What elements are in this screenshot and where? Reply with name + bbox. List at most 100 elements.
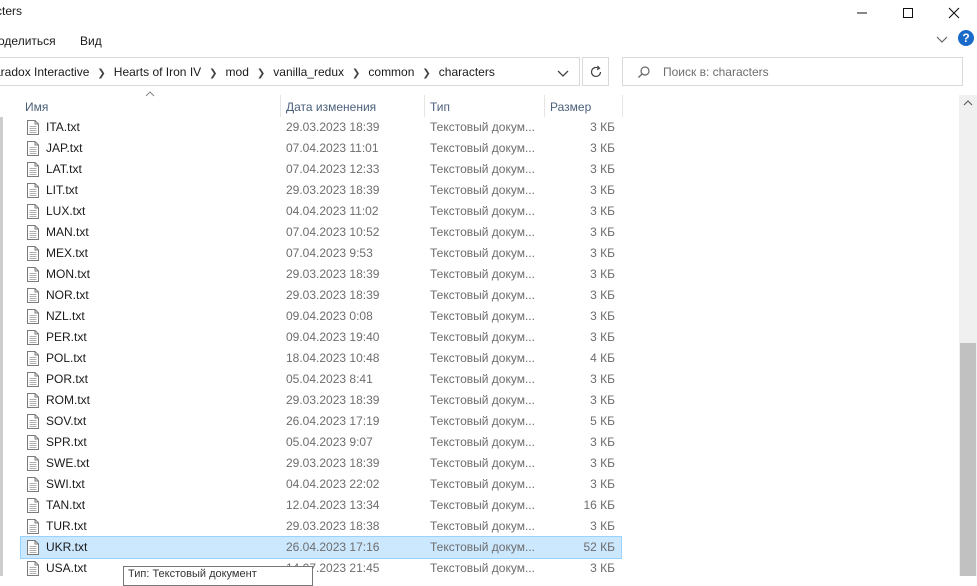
file-name: POR.txt: [46, 372, 89, 386]
file-date: 29.03.2023 18:38: [286, 519, 380, 533]
text-file-icon: [27, 120, 39, 135]
file-name: TUR.txt: [46, 519, 87, 533]
file-name: LIT.txt: [46, 183, 79, 197]
minimize-button[interactable]: [839, 0, 884, 26]
text-file-icon: [27, 267, 39, 282]
file-name: POL.txt: [46, 351, 87, 365]
text-file-icon: [27, 561, 39, 576]
file-name: LAT.txt: [46, 162, 82, 176]
file-row[interactable]: LAT.txt 07.04.2023 12:33 Текстовый докум..…: [21, 159, 621, 180]
text-file-icon: [27, 141, 39, 156]
file-row[interactable]: MEX.txt 07.04.2023 9:53 Текстовый докум...…: [21, 243, 621, 264]
file-row[interactable]: SOV.txt 26.04.2023 17:19 Текстовый докум..…: [21, 411, 621, 432]
file-row[interactable]: NOR.txt 29.03.2023 18:39 Текстовый докум..…: [21, 285, 621, 306]
file-type: Текстовый докум...: [430, 519, 535, 533]
file-size: 3 КБ: [590, 141, 615, 155]
scroll-up-icon[interactable]: [963, 99, 973, 107]
text-file-icon: [27, 477, 39, 492]
file-size: 5 КБ: [590, 414, 615, 428]
text-file-icon: [27, 519, 39, 534]
file-name: SWE.txt: [46, 456, 90, 470]
file-row[interactable]: TUR.txt 29.03.2023 18:38 Текстовый докум..…: [21, 516, 621, 537]
file-date: 07.04.2023 11:01: [286, 141, 379, 155]
file-date: 18.04.2023 10:48: [286, 351, 380, 365]
column-header-date[interactable]: Дата изменения: [286, 100, 376, 114]
file-row[interactable]: SPR.txt 05.04.2023 9:07 Текстовый докум...…: [21, 432, 621, 453]
file-date: 09.04.2023 0:08: [286, 309, 373, 323]
file-row[interactable]: SWE.txt 29.03.2023 18:39 Текстовый докум..…: [21, 453, 621, 474]
file-row[interactable]: TAN.txt 12.04.2023 13:34 Текстовый докум..…: [21, 495, 621, 516]
file-date: 04.04.2023 22:02: [286, 477, 380, 491]
chevron-down-icon[interactable]: [934, 31, 950, 47]
file-name: TAN.txt: [46, 498, 86, 512]
text-file-icon: [27, 372, 39, 387]
file-date: 07.04.2023 12:33: [286, 162, 380, 176]
column-divider[interactable]: [622, 95, 623, 117]
text-file-icon: [27, 183, 39, 198]
refresh-icon: [590, 65, 601, 77]
column-header-size[interactable]: Размер: [550, 100, 591, 114]
file-row[interactable]: ROM.txt 29.03.2023 18:39 Текстовый докум..…: [21, 390, 621, 411]
file-row[interactable]: NZL.txt 09.04.2023 0:08 Текстовый докум...…: [21, 306, 621, 327]
file-date: 07.04.2023 9:53: [286, 246, 373, 260]
file-date: 29.03.2023 18:39: [286, 456, 380, 470]
file-name: MEX.txt: [46, 246, 89, 260]
maximize-button[interactable]: [885, 0, 930, 26]
navigation-pane-scrollbar[interactable]: [0, 117, 3, 576]
file-row[interactable]: ITA.txt 29.03.2023 18:39 Текстовый докум..…: [21, 117, 621, 138]
file-type: Текстовый докум...: [430, 225, 535, 239]
file-row[interactable]: MAN.txt 07.04.2023 10:52 Текстовый докум..…: [21, 222, 621, 243]
file-row[interactable]: LIT.txt 29.03.2023 18:39 Текстовый докум..…: [21, 180, 621, 201]
file-size: 16 КБ: [583, 498, 615, 512]
file-type: Текстовый докум...: [430, 393, 535, 407]
file-row[interactable]: JAP.txt 07.04.2023 11:01 Текстовый докум..…: [21, 138, 621, 159]
breadcrumb-item[interactable]: characters: [439, 65, 495, 79]
column-divider[interactable]: [424, 95, 425, 117]
file-date: 26.04.2023 17:19: [286, 414, 380, 428]
column-divider[interactable]: [280, 95, 281, 117]
tab-view[interactable]: Вид: [80, 34, 102, 48]
text-file-icon: [27, 414, 39, 429]
text-file-icon: [27, 498, 39, 513]
breadcrumb-item[interactable]: aradox Interactive: [0, 65, 89, 79]
file-row[interactable]: POL.txt 18.04.2023 10:48 Текстовый докум..…: [21, 348, 621, 369]
column-header-type[interactable]: Тип: [430, 100, 450, 114]
file-row[interactable]: LUX.txt 04.04.2023 11:02 Текстовый докум..…: [21, 201, 621, 222]
close-button[interactable]: [931, 0, 976, 26]
text-file-icon: [27, 393, 39, 408]
address-dropdown-icon[interactable]: [556, 66, 570, 80]
refresh-button[interactable]: [582, 57, 609, 86]
file-date: 04.04.2023 11:02: [286, 204, 379, 218]
breadcrumb-item[interactable]: mod: [226, 65, 249, 79]
file-type: Текстовый докум...: [430, 288, 535, 302]
file-type: Текстовый докум...: [430, 372, 535, 386]
help-icon[interactable]: ?: [958, 30, 974, 46]
scrollbar-thumb[interactable]: [960, 343, 976, 576]
address-bar[interactable]: aradox Interactive ❯ Hearts of Iron IV ❯ mod…: [0, 57, 580, 86]
file-name: SWI.txt: [46, 477, 85, 491]
file-name: UKR.txt: [46, 540, 88, 554]
column-divider[interactable]: [544, 95, 545, 117]
breadcrumb-item[interactable]: common: [368, 65, 414, 79]
file-row[interactable]: SWI.txt 04.04.2023 22:02 Текстовый докум..…: [21, 474, 621, 495]
file-row[interactable]: MON.txt 29.03.2023 18:39 Текстовый докум..…: [21, 264, 621, 285]
file-size: 3 КБ: [590, 309, 615, 323]
column-header-name[interactable]: Имя: [25, 100, 48, 114]
file-list: ITA.txt 29.03.2023 18:39 Текстовый докум..…: [20, 117, 622, 579]
file-type: Текстовый докум...: [430, 204, 535, 218]
tab-share[interactable]: оделиться: [0, 34, 56, 48]
vertical-scrollbar[interactable]: [959, 95, 977, 576]
file-name: SPR.txt: [46, 435, 87, 449]
file-row[interactable]: UKR.txt 26.04.2023 17:16 Текстовый докум..…: [20, 536, 622, 559]
text-file-icon: [27, 435, 39, 450]
file-size: 3 КБ: [590, 246, 615, 260]
breadcrumb-item[interactable]: Hearts of Iron IV: [114, 65, 201, 79]
file-size: 3 КБ: [590, 519, 615, 533]
file-row[interactable]: PER.txt 09.04.2023 19:40 Текстовый докум..…: [21, 327, 621, 348]
file-row[interactable]: POR.txt 05.04.2023 8:41 Текстовый докум...…: [21, 369, 621, 390]
file-size: 3 КБ: [590, 393, 615, 407]
file-size: 4 КБ: [590, 351, 615, 365]
breadcrumb-item[interactable]: vanilla_redux: [273, 65, 344, 79]
file-type: Текстовый докум...: [430, 351, 535, 365]
search-box[interactable]: Поиск в: characters: [622, 57, 963, 86]
